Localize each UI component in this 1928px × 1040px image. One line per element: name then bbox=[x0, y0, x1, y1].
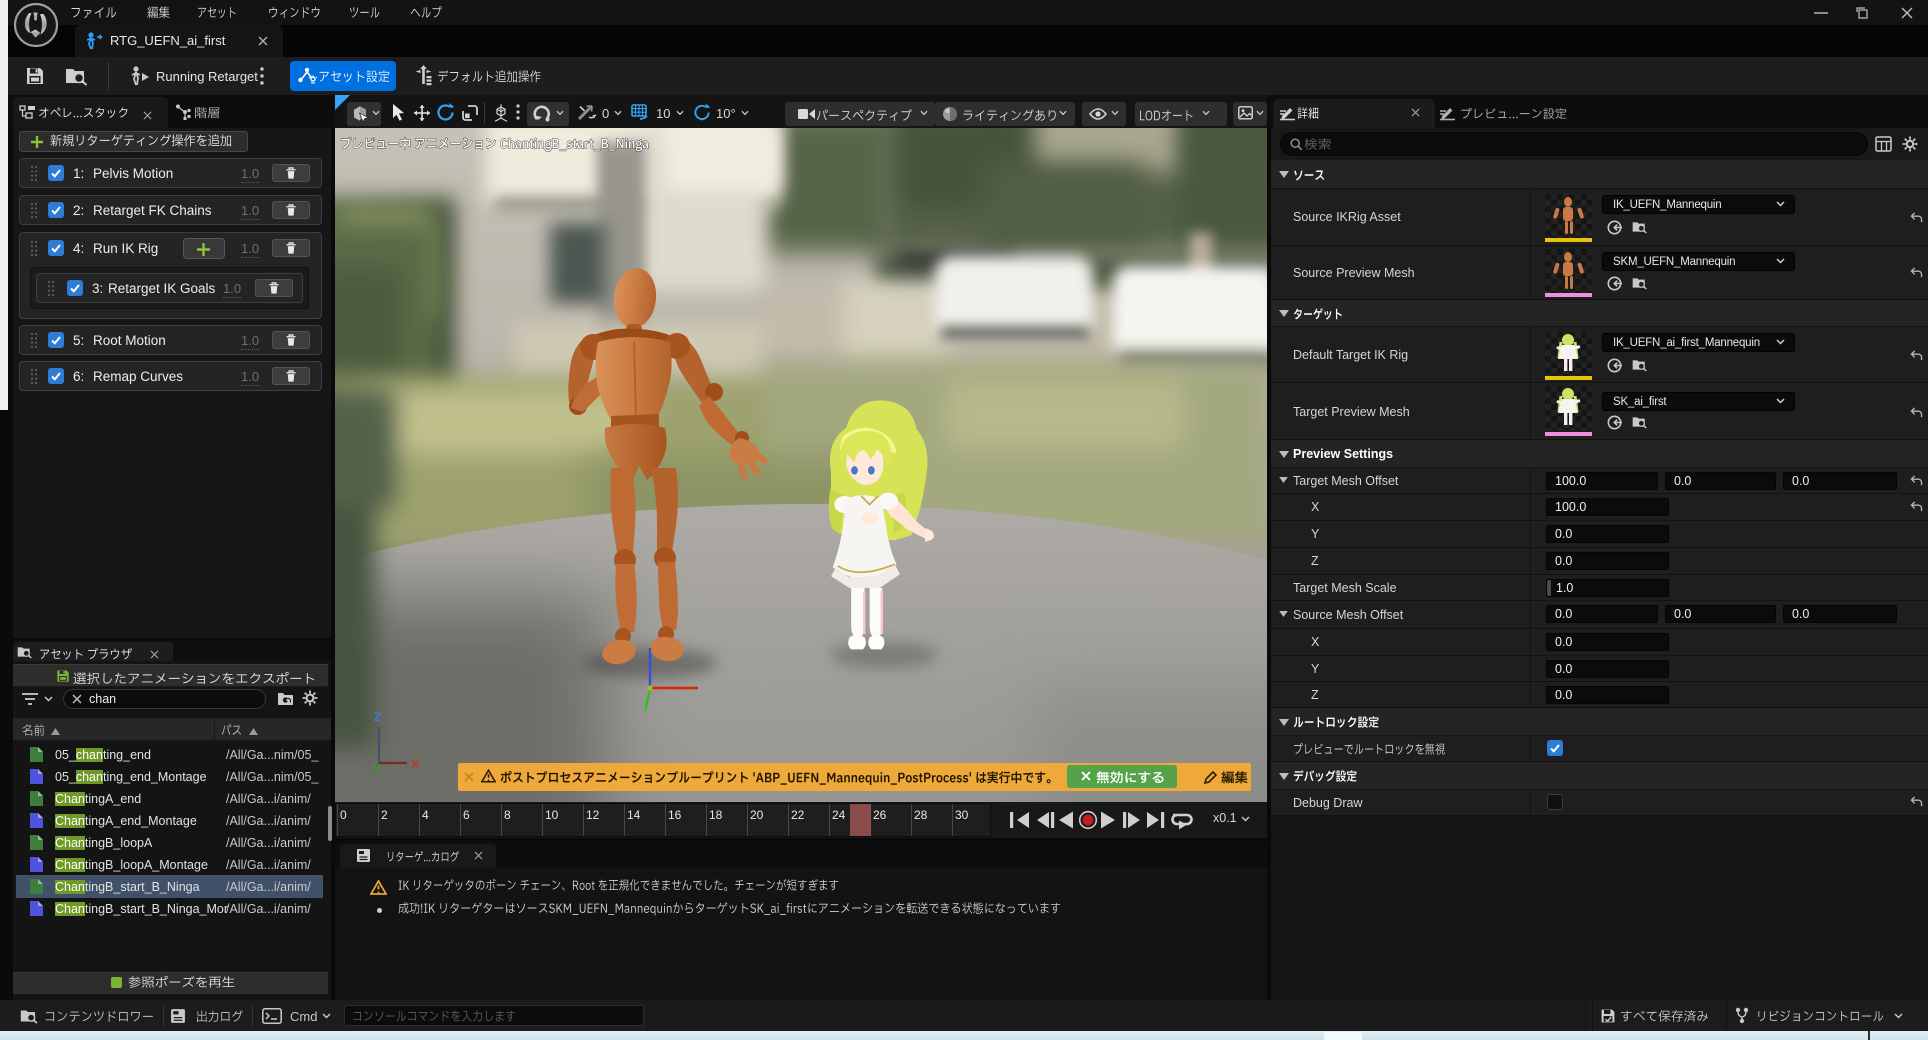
svg-text:Z: Z bbox=[374, 710, 381, 724]
svg-text:X: X bbox=[411, 757, 419, 771]
svg-text:Y: Y bbox=[373, 763, 381, 773]
